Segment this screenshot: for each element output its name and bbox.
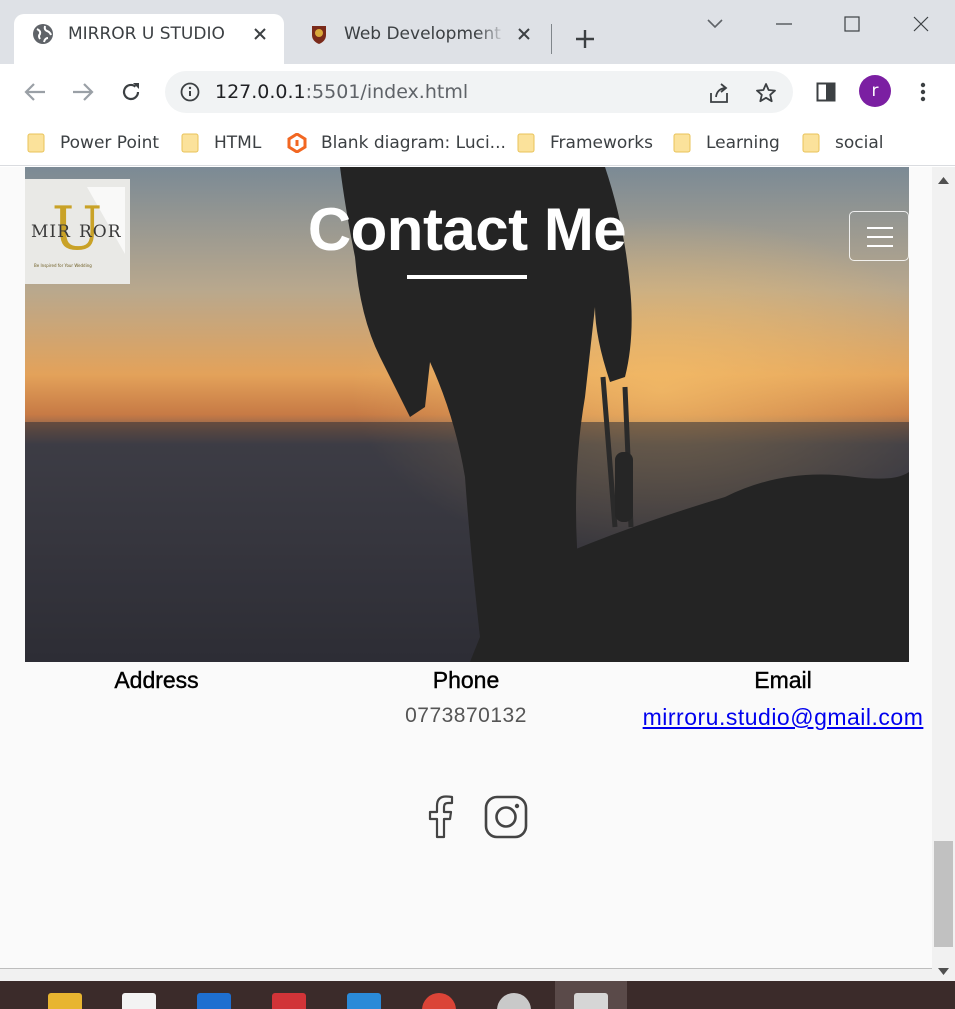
- title-underline: [407, 275, 527, 279]
- globe-icon: [32, 23, 54, 45]
- close-window-button[interactable]: [901, 6, 941, 42]
- page-bottom-edge: [0, 968, 932, 981]
- scroll-down-arrow-icon[interactable]: [937, 965, 950, 978]
- bookmark-frameworks[interactable]: Frameworks: [516, 128, 653, 158]
- bookmark-star-icon[interactable]: [753, 80, 779, 106]
- bookmark-label: HTML: [214, 133, 262, 153]
- app-icon[interactable]: [272, 993, 306, 1009]
- close-icon: [913, 16, 929, 32]
- facebook-icon: [428, 795, 454, 839]
- minimize-icon: [776, 23, 792, 25]
- hero-banner: U MIR ROR Be Inspired for Your Wedding C…: [25, 167, 909, 662]
- scrollbar-thumb[interactable]: [934, 841, 953, 947]
- address-bar[interactable]: 127.0.0.1:5501/index.html: [165, 71, 793, 113]
- url-text[interactable]: 127.0.0.1:5501/index.html: [215, 81, 468, 103]
- mail-icon[interactable]: [197, 993, 231, 1009]
- maximize-button[interactable]: [832, 6, 872, 42]
- share-icon[interactable]: [706, 80, 732, 106]
- app-icon[interactable]: [497, 993, 531, 1009]
- address-section: Address: [64, 667, 249, 704]
- folder-icon: [180, 133, 200, 153]
- address-heading: Address: [114, 667, 199, 693]
- chrome-icon[interactable]: [422, 993, 456, 1009]
- plus-icon: [576, 30, 594, 48]
- vertical-scrollbar[interactable]: [932, 167, 955, 981]
- kebab-menu-icon: [920, 82, 926, 102]
- bookmark-label: Frameworks: [550, 133, 653, 153]
- email-heading: Email: [754, 667, 812, 693]
- scroll-up-arrow-icon[interactable]: [937, 174, 950, 187]
- bookmark-label: Learning: [706, 133, 780, 153]
- vscode-icon[interactable]: [347, 993, 381, 1009]
- browser-toolbar: 127.0.0.1:5501/index.html r: [0, 64, 955, 120]
- hamburger-icon-bar: [867, 236, 893, 238]
- tab-separator: [551, 24, 552, 54]
- chevron-down-icon: [707, 19, 723, 29]
- reload-icon: [122, 83, 140, 101]
- phone-section: Phone 0773870132: [366, 667, 566, 728]
- back-button[interactable]: [19, 76, 51, 108]
- tab-title: MIRROR U STUDIO: [68, 24, 225, 44]
- instagram-icon: [484, 795, 528, 839]
- tab-web-development[interactable]: Web Development - 1: [290, 14, 548, 64]
- url-path: :5501/index.html: [305, 81, 469, 103]
- reload-button[interactable]: [115, 76, 147, 108]
- university-crest-icon: [308, 23, 330, 45]
- close-tab-icon[interactable]: [250, 24, 270, 44]
- folder-icon: [801, 133, 821, 153]
- page-title: Contact Me: [307, 196, 627, 263]
- folder-icon: [516, 133, 536, 153]
- new-tab-button[interactable]: [570, 24, 600, 54]
- lucidchart-icon: [287, 133, 307, 153]
- bookmark-label: Power Point: [60, 133, 160, 153]
- phone-heading: Phone: [432, 667, 500, 693]
- bookmark-label: Blank diagram: Luci...: [321, 133, 506, 153]
- close-tab-icon[interactable]: [514, 24, 534, 44]
- menu-button[interactable]: [907, 76, 939, 108]
- hamburger-icon-bar: [867, 227, 893, 229]
- bookmark-social[interactable]: social: [801, 128, 883, 158]
- tab-search-button[interactable]: [695, 6, 735, 42]
- minimize-button[interactable]: [764, 6, 804, 42]
- bookmarks-bar: Power Point HTML Blank diagram: Luci... …: [0, 120, 955, 166]
- phone-value: 0773870132: [405, 704, 527, 727]
- bookmark-lucidchart[interactable]: Blank diagram: Luci...: [287, 128, 506, 158]
- back-arrow-icon: [24, 83, 45, 101]
- email-link[interactable]: mirroru.studio@gmail.com: [643, 704, 924, 730]
- file-explorer-icon[interactable]: [48, 993, 82, 1009]
- maximize-icon: [844, 16, 860, 32]
- bookmark-label: social: [835, 133, 884, 153]
- forward-button[interactable]: [67, 76, 99, 108]
- profile-avatar[interactable]: r: [859, 75, 891, 107]
- folder-icon: [672, 133, 692, 153]
- side-panel-button[interactable]: [810, 76, 842, 108]
- tab-title: Web Development - 1: [344, 24, 506, 44]
- page-viewport: U MIR ROR Be Inspired for Your Wedding C…: [0, 167, 932, 968]
- app-icon: [574, 993, 608, 1009]
- instagram-link[interactable]: [484, 795, 528, 839]
- microsoft-store-icon[interactable]: [122, 993, 156, 1009]
- facebook-link[interactable]: [418, 795, 462, 839]
- nav-menu-toggle[interactable]: [849, 211, 909, 261]
- forward-arrow-icon: [73, 83, 94, 101]
- social-links: [418, 795, 528, 839]
- bookmark-html[interactable]: HTML: [180, 128, 261, 158]
- bookmark-learning[interactable]: Learning: [672, 128, 780, 158]
- tab-mirror-u-studio[interactable]: MIRROR U STUDIO: [14, 14, 284, 64]
- bookmark-power-point[interactable]: Power Point: [26, 128, 159, 158]
- site-info-icon[interactable]: [179, 81, 201, 103]
- hamburger-icon-bar: [867, 245, 893, 247]
- tab-strip: MIRROR U STUDIO Web Development - 1: [0, 0, 955, 64]
- side-panel-icon: [816, 82, 836, 102]
- url-host: 127.0.0.1: [215, 81, 306, 103]
- email-section: Email mirroru.studio@gmail.com: [636, 667, 930, 731]
- folder-icon: [26, 133, 46, 153]
- active-taskbar-item[interactable]: [555, 981, 627, 1009]
- windows-taskbar: [0, 981, 955, 1009]
